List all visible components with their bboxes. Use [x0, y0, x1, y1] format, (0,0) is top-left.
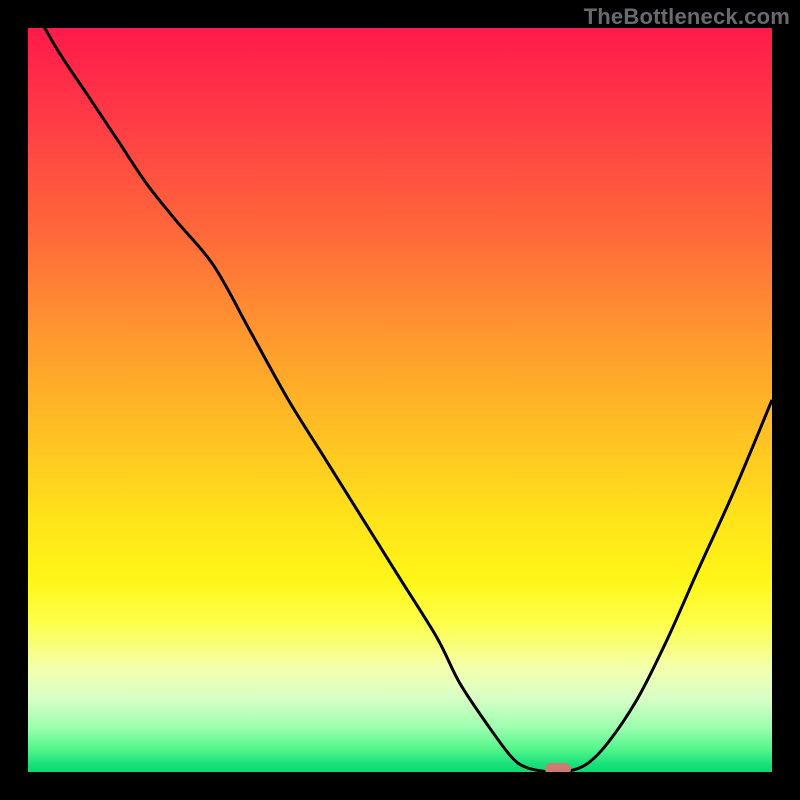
optimal-marker — [545, 763, 571, 772]
plot-area — [28, 28, 772, 772]
curve-layer — [28, 28, 772, 772]
bottleneck-curve — [28, 28, 772, 772]
chart-frame: TheBottleneck.com — [0, 0, 800, 800]
watermark-text: TheBottleneck.com — [584, 4, 790, 30]
